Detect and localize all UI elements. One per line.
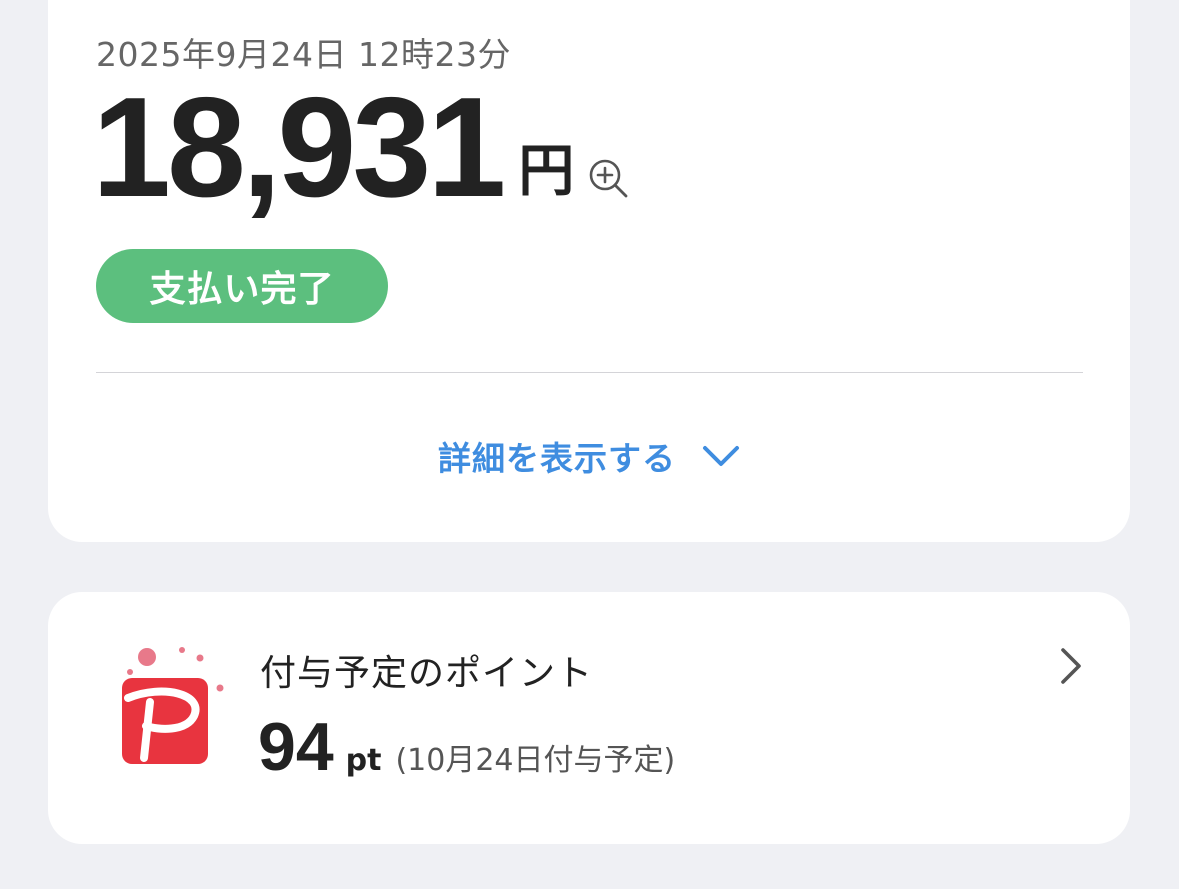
- chevron-right-icon[interactable]: [1058, 646, 1084, 686]
- payment-amount: 18,931: [92, 68, 506, 227]
- currency-label: 円: [518, 139, 575, 204]
- zoom-in-icon[interactable]: [586, 156, 630, 200]
- paypay-logo-icon: [122, 647, 224, 764]
- show-details-button[interactable]: 詳細を表示する: [48, 432, 1130, 480]
- amount-row: 18,931 円: [92, 68, 630, 227]
- points-unit: pt: [345, 743, 382, 778]
- chevron-down-icon: [703, 446, 739, 466]
- points-row: 94 pt (10月24日付与予定): [258, 708, 675, 786]
- points-card[interactable]: 付与予定のポイント 94 pt (10月24日付与予定): [48, 592, 1130, 844]
- transaction-card: 2025年9月24日 12時23分 18,931 円 支払い完了 詳細を表示する: [48, 0, 1130, 542]
- points-value: 94: [258, 709, 334, 785]
- points-grant-date: (10月24日付与予定): [395, 743, 676, 778]
- points-title: 付与予定のポイント: [260, 653, 594, 694]
- divider: [96, 372, 1083, 373]
- status-badge: 支払い完了: [96, 249, 388, 323]
- show-details-label: 詳細を表示する: [438, 439, 676, 478]
